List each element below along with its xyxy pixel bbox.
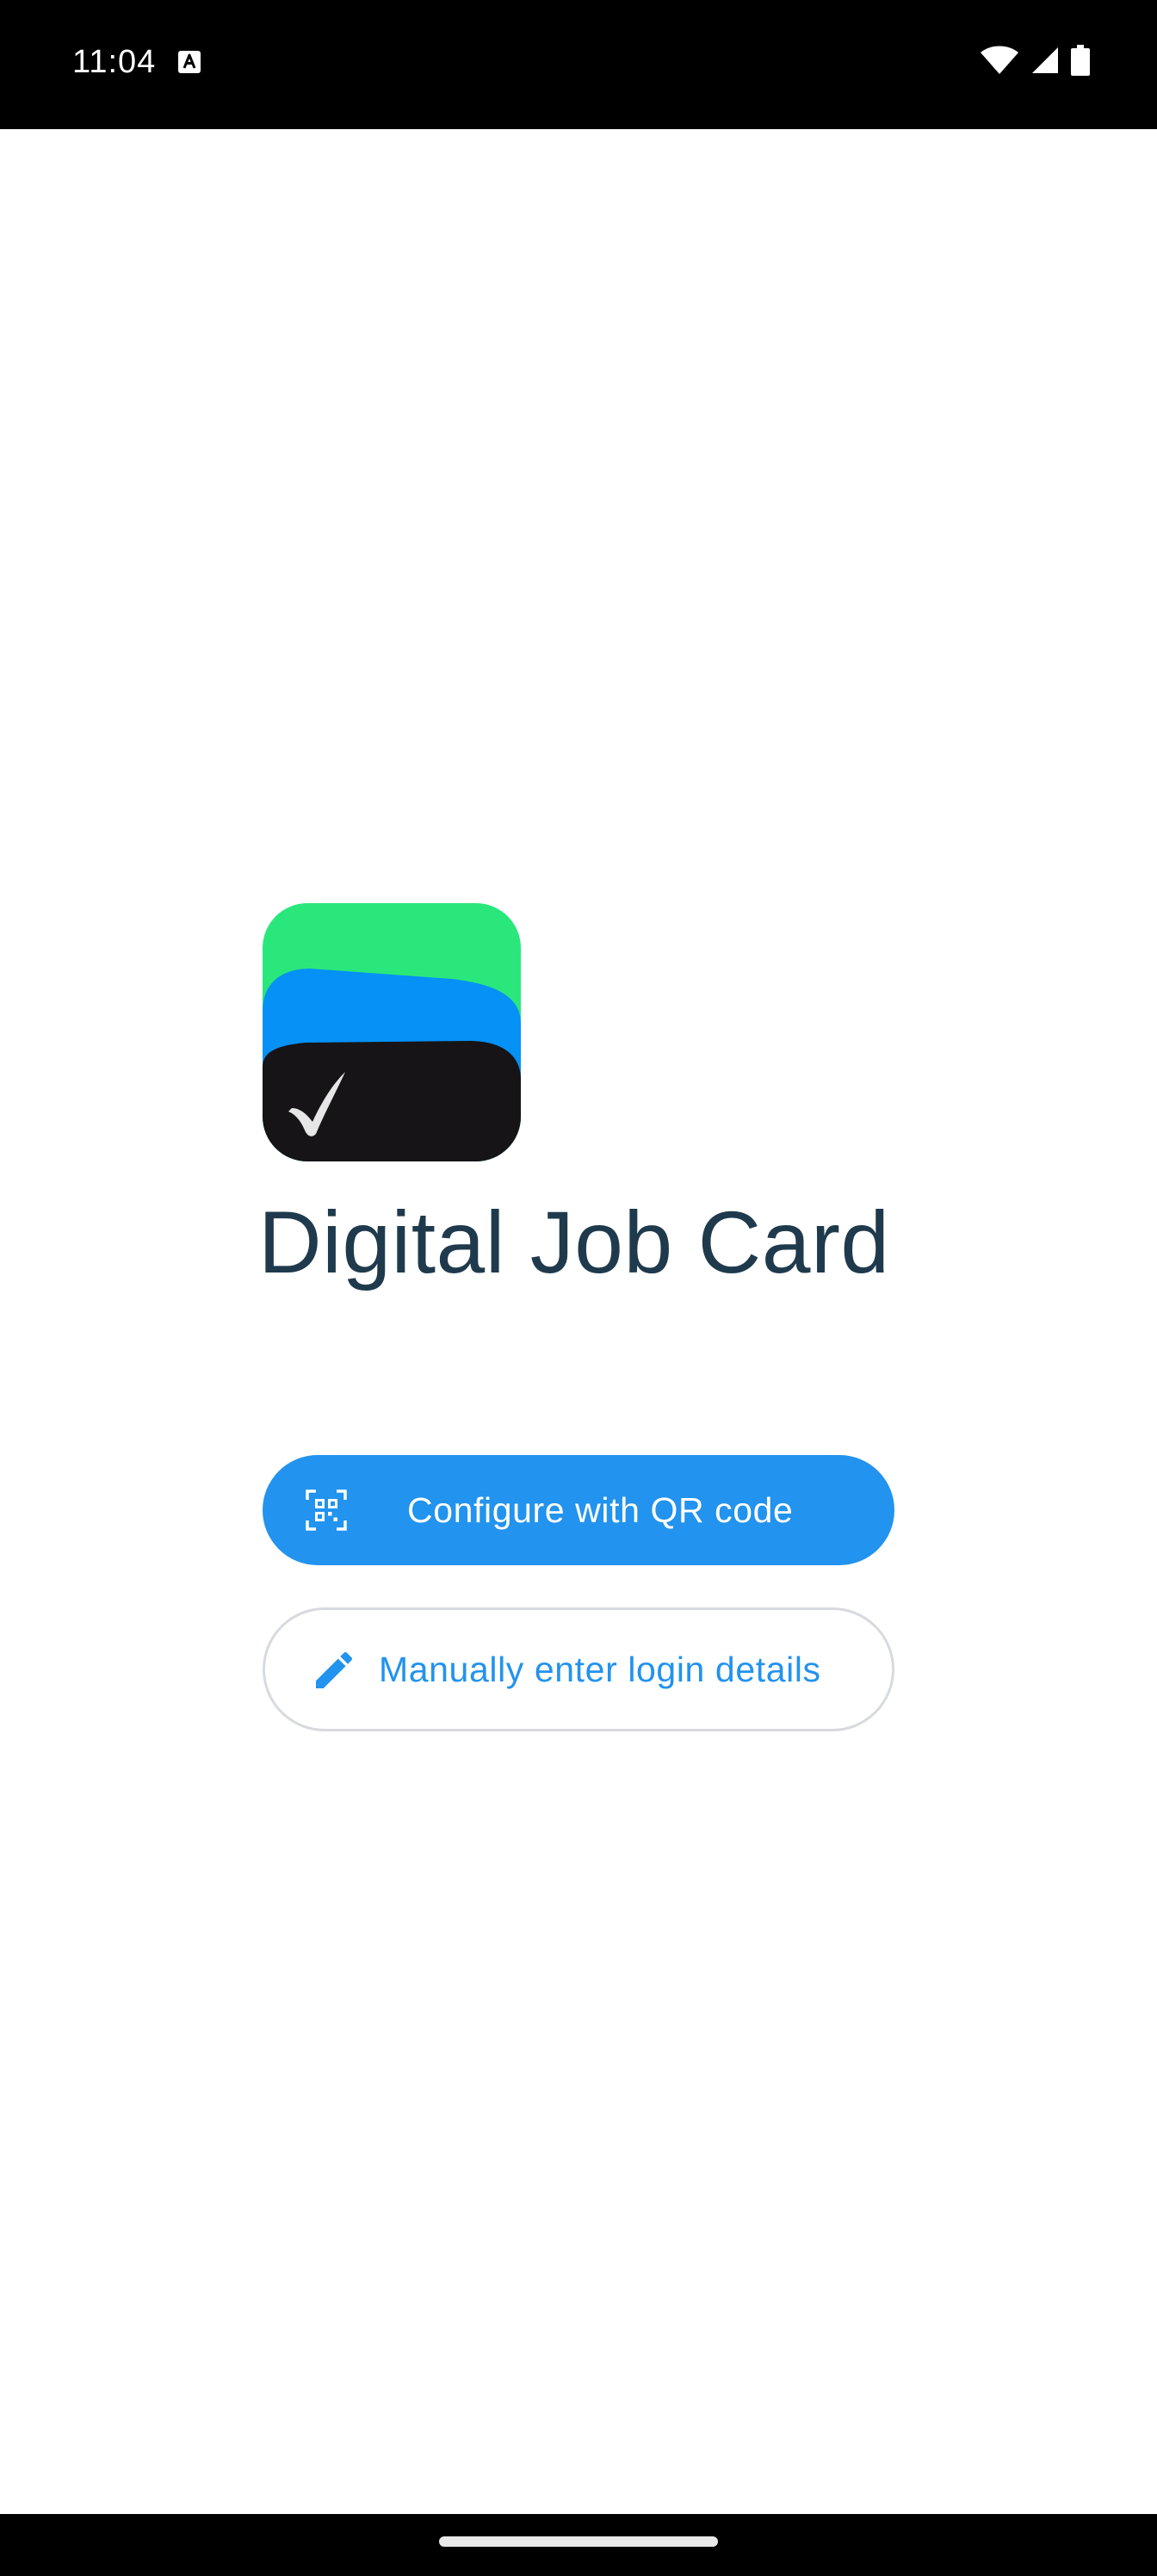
onboarding-screen: 11:04 Digital Job Card Configure with QR… [0, 0, 1157, 2576]
cellular-signal-icon [1032, 47, 1058, 73]
manual-login-button[interactable]: Manually enter login details [263, 1607, 894, 1731]
qr-scan-icon [306, 1489, 347, 1531]
digital-job-card-logo [263, 903, 521, 1161]
status-time: 11:04 [72, 44, 157, 80]
configure-qr-button-label: Configure with QR code [407, 1490, 794, 1530]
gesture-handle[interactable] [439, 2536, 718, 2547]
status-icons [968, 43, 1090, 77]
manual-login-button-label: Manually enter login details [379, 1650, 821, 1689]
wifi-icon [981, 46, 1018, 74]
configure-qr-button[interactable]: Configure with QR code [263, 1455, 894, 1565]
app-title: Digital Job Card [258, 1193, 890, 1291]
text-a-icon [178, 51, 201, 73]
status-bar: 11:04 [0, 0, 1157, 129]
navigation-bar [0, 2514, 1157, 2576]
pencil-icon [316, 1651, 353, 1688]
battery-icon [1071, 45, 1090, 76]
